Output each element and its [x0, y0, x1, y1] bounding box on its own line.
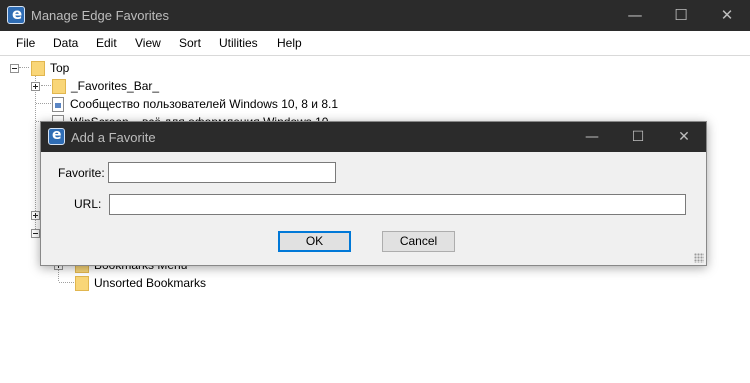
minimize-button[interactable]: — — [612, 0, 658, 31]
menu-edit[interactable]: Edit — [96, 36, 117, 50]
add-favorite-dialog: Add a Favorite — ☐ ✕ Favorite: URL: OK C… — [40, 121, 707, 266]
expand-icon[interactable] — [31, 210, 40, 220]
favorite-input[interactable] — [108, 162, 336, 183]
maximize-button[interactable]: ☐ — [658, 0, 704, 31]
collapse-icon[interactable] — [31, 228, 40, 238]
dialog-title: Add a Favorite — [71, 130, 156, 145]
url-label: URL: — [74, 197, 102, 211]
collapse-icon[interactable] — [10, 63, 19, 73]
url-input[interactable] — [109, 194, 686, 215]
tree-item-label: Top — [50, 61, 70, 75]
web-page-icon — [52, 96, 64, 112]
tree-connector — [36, 103, 51, 104]
folder-icon — [52, 78, 66, 94]
tree-connector — [59, 282, 74, 283]
tree-item-favorite[interactable]: Сообщество пользователей Windows 10, 8 и… — [52, 95, 338, 113]
expand-icon[interactable] — [31, 81, 40, 91]
title-bar: Manage Edge Favorites — ☐ ✕ — [0, 0, 750, 31]
ok-button[interactable]: OK — [278, 231, 351, 252]
favorite-label: Favorite: — [58, 166, 105, 180]
tree-item-label: Сообщество пользователей Windows 10, 8 и… — [70, 97, 339, 111]
menu-help[interactable]: Help — [277, 36, 302, 50]
dialog-close-button[interactable]: ✕ — [661, 122, 707, 152]
dialog-maximize-button[interactable]: ☐ — [615, 122, 661, 152]
menu-sort[interactable]: Sort — [179, 36, 201, 50]
resize-grip[interactable] — [694, 253, 704, 263]
close-button[interactable]: ✕ — [704, 0, 750, 31]
cancel-button[interactable]: Cancel — [382, 231, 455, 252]
menu-view[interactable]: View — [135, 36, 161, 50]
tree-item-favorites-bar[interactable]: _Favorites_Bar_ — [31, 77, 159, 95]
dialog-minimize-button[interactable]: — — [569, 122, 615, 152]
folder-icon — [75, 275, 89, 291]
dialog-title-bar: Add a Favorite — ☐ ✕ — [41, 122, 706, 152]
tree-item-label: Unsorted Bookmarks — [94, 276, 207, 290]
tree-item-unsorted-bookmarks[interactable]: Unsorted Bookmarks — [75, 274, 206, 292]
menu-utilities[interactable]: Utilities — [219, 36, 258, 50]
folder-icon — [31, 60, 45, 76]
app-icon — [48, 127, 65, 145]
window-title: Manage Edge Favorites — [31, 8, 170, 23]
menu-bar: File Data Edit View Sort Utilities Help — [0, 31, 750, 55]
tree-item-top[interactable]: Top — [10, 59, 69, 77]
tree-item-expanded[interactable] — [31, 224, 40, 242]
tree-item-label: _Favorites_Bar_ — [71, 79, 160, 93]
app-icon — [7, 5, 25, 24]
menu-file[interactable]: File — [16, 36, 35, 50]
menu-data[interactable]: Data — [53, 36, 78, 50]
tree-item-collapsed[interactable] — [31, 206, 40, 224]
